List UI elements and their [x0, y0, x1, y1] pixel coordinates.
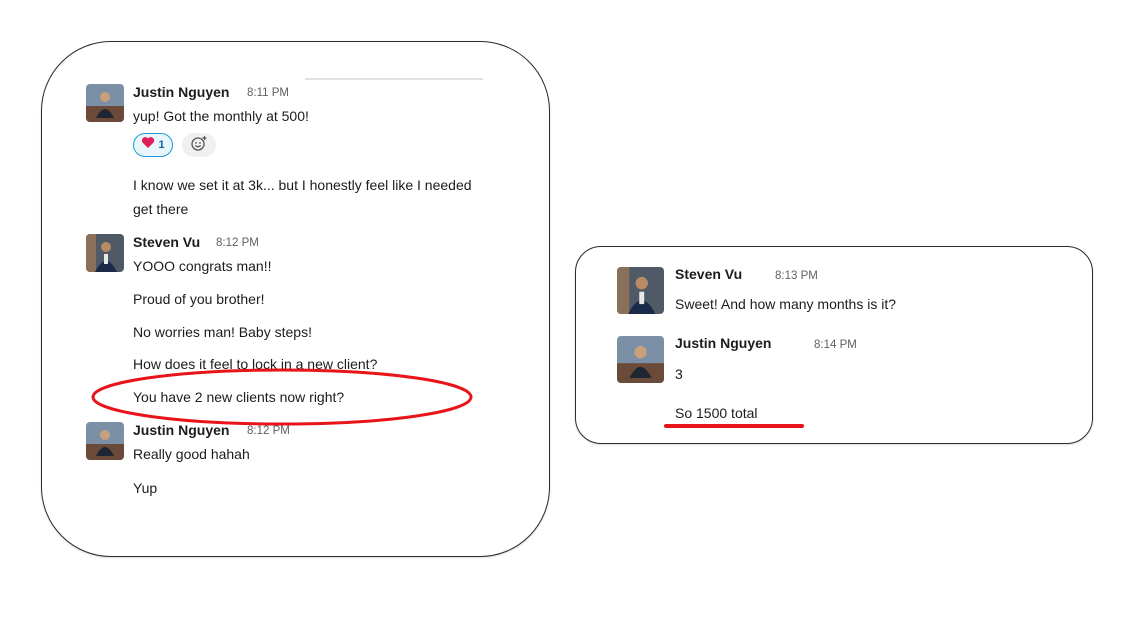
message-text: Really good hahah [133, 446, 250, 462]
add-reaction-button[interactable] [182, 133, 216, 157]
avatar-justin[interactable] [86, 84, 124, 122]
message-text: Yup [133, 480, 158, 496]
add-emoji-icon [190, 135, 208, 156]
message-text: No worries man! Baby steps! [133, 324, 312, 340]
message-text: 3 [675, 366, 683, 382]
avatar-justin[interactable] [86, 422, 124, 460]
message-text: yup! Got the monthly at 500! [133, 108, 309, 124]
avatar-steven[interactable] [617, 267, 664, 314]
red-circle-annotation [91, 368, 473, 426]
author-name[interactable]: Steven Vu [675, 266, 742, 282]
timestamp[interactable]: 8:11 PM [247, 87, 289, 99]
author-name[interactable]: Steven Vu [133, 234, 200, 250]
author-name[interactable]: Justin Nguyen [133, 84, 229, 100]
avatar-justin[interactable] [617, 336, 664, 383]
avatar-steven[interactable] [86, 234, 124, 272]
message-text: Sweet! And how many months is it? [675, 296, 896, 312]
author-name[interactable]: Justin Nguyen [133, 422, 229, 438]
message-text: So 1500 total [675, 405, 758, 421]
red-underline-annotation [664, 424, 804, 428]
heart-icon [141, 136, 155, 154]
timestamp[interactable]: 8:14 PM [814, 339, 857, 351]
heart-reaction[interactable]: 1 [133, 133, 173, 157]
timestamp[interactable]: 8:12 PM [216, 237, 259, 249]
timestamp[interactable]: 8:13 PM [775, 270, 818, 282]
message-text: get there [133, 201, 189, 217]
message-text: YOOO congrats man!! [133, 258, 272, 274]
author-name[interactable]: Justin Nguyen [675, 335, 771, 351]
reaction-count: 1 [158, 139, 165, 151]
timestamp[interactable]: 8:12 PM [247, 425, 290, 437]
message-text: I know we set it at 3k... but I honestly… [133, 177, 472, 193]
message-text: Proud of you brother! [133, 291, 265, 307]
divider [305, 78, 483, 80]
